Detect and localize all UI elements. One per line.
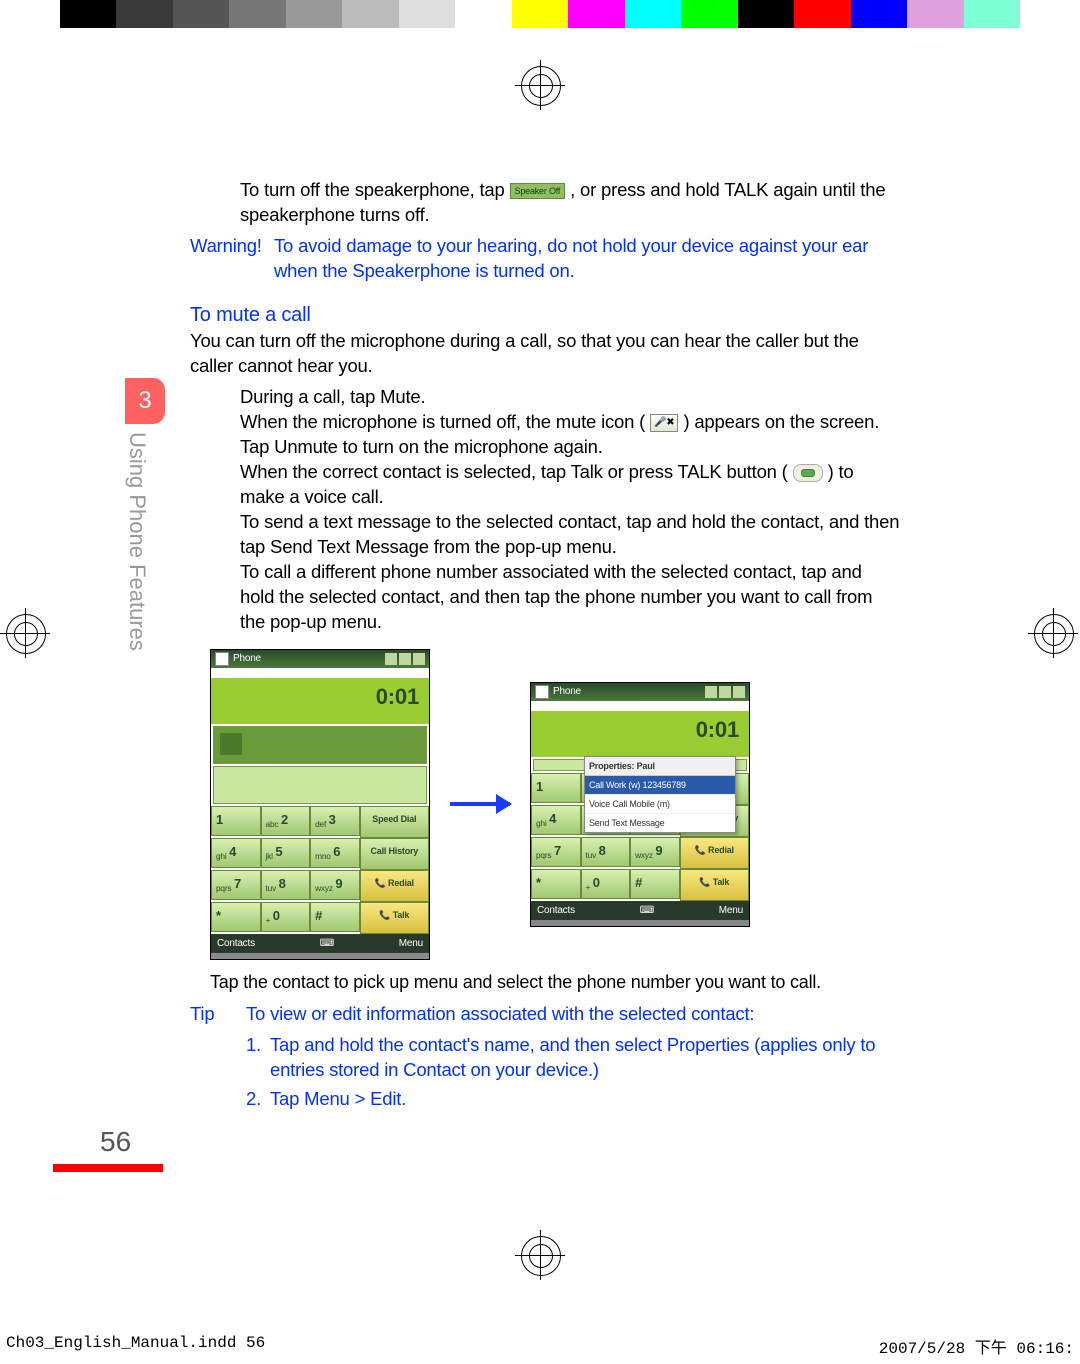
body-text: When the microphone is turned off, the m…: [240, 411, 650, 432]
phone-keypad: 1abc 2def 3Speed Dial ghi 4jkl 5mno 6Cal…: [211, 806, 429, 934]
tip-ordered-list: 1.Tap and hold the contact's name, and t…: [246, 1033, 900, 1112]
tip-block: Tip To view or edit information associat…: [190, 1002, 900, 1027]
tip-intro-text: To view or edit information associated w…: [246, 1002, 754, 1027]
mute-icon-paragraph: When the microphone is turned off, the m…: [240, 410, 900, 460]
softkey-menu: Menu: [399, 937, 423, 951]
selected-contact-row: [213, 726, 427, 764]
call-timer: 0:01: [531, 711, 749, 757]
signal-icon: [705, 686, 717, 698]
page-accent-bar: [53, 1164, 163, 1172]
start-icon: [535, 685, 549, 699]
chapter-number-tab: 3: [125, 378, 165, 424]
keyboard-icon: ⌨: [320, 937, 334, 951]
list-marker: 2.: [246, 1087, 270, 1112]
signal-icon: [385, 653, 397, 665]
start-icon: [215, 652, 229, 666]
screenshot-row: Phone 0:01 1abc 2def 3Speed Dial ghi 4jk…: [210, 649, 900, 961]
page-number: 56: [100, 1126, 131, 1158]
tip-item-2: Tap Menu > Edit.: [270, 1087, 406, 1112]
footer-timestamp: 2007/5/28 下午 06:16:: [879, 1334, 1074, 1358]
registration-mark-icon: [515, 1230, 565, 1280]
color-calibration-bar: [60, 0, 1020, 28]
arrow-right-icon: [450, 802, 510, 806]
talk-button-icon: [793, 464, 823, 482]
mute-intro-text: You can turn off the microphone during a…: [190, 329, 900, 379]
speakerphone-paragraph: To turn off the speakerphone, tap Speake…: [240, 178, 900, 228]
volume-icon: [399, 653, 411, 665]
page-content: To turn off the speakerphone, tap Speake…: [190, 178, 900, 1116]
body-text: To turn off the speakerphone, tap: [240, 179, 510, 200]
screenshot-caption: Tap the contact to pick up menu and sele…: [210, 970, 900, 994]
footer-filename: Ch03_English_Manual.indd 56: [6, 1334, 265, 1358]
warning-block: Warning! To avoid damage to your hearing…: [190, 234, 900, 284]
registration-mark-icon: [515, 60, 565, 110]
contact-row: [213, 766, 427, 804]
popup-item: Voice Call Mobile (m): [585, 794, 735, 813]
phone-title: Phone: [233, 652, 261, 666]
warning-label: Warning!: [190, 234, 274, 284]
mute-icon: 🎤✖: [650, 414, 678, 432]
softkey-contacts: Contacts: [217, 937, 255, 951]
section-heading-mute: To mute a call: [190, 302, 900, 329]
redial-key: 📞 Redial: [360, 870, 429, 902]
talk-paragraph: When the correct contact is selected, ta…: [240, 460, 900, 510]
chapter-title-vertical: Using Phone Features: [120, 432, 150, 732]
tip-item-1: Tap and hold the contact's name, and the…: [270, 1033, 900, 1083]
volume-icon: [719, 686, 731, 698]
list-marker: 1.: [246, 1033, 270, 1083]
send-sms-paragraph: To send a text message to the selected c…: [240, 510, 900, 560]
popup-item: Send Text Message: [585, 813, 735, 832]
popup-header: Properties: Paul: [585, 757, 735, 776]
popup-item-selected: Call Work (w) 123456789: [585, 776, 735, 794]
phone-title: Phone: [553, 685, 581, 699]
call-timer: 0:01: [211, 678, 429, 724]
context-popup: Properties: Paul Call Work (w) 123456789…: [584, 756, 736, 834]
speaker-off-button-icon: Speaker Off: [510, 183, 566, 199]
registration-mark-icon: [1028, 608, 1078, 658]
close-icon: [733, 686, 745, 698]
close-icon: [413, 653, 425, 665]
diff-number-paragraph: To call a different phone number associa…: [240, 560, 900, 635]
registration-mark-icon: [0, 608, 50, 658]
step-text: During a call, tap Mute.: [240, 385, 900, 410]
warning-text: To avoid damage to your hearing, do not …: [274, 234, 900, 284]
talk-key: 📞 Talk: [360, 902, 429, 934]
step-during-text: During a call, tap Mute.: [240, 386, 425, 407]
phone-screenshot-left: Phone 0:01 1abc 2def 3Speed Dial ghi 4jk…: [210, 649, 430, 961]
tip-label: Tip: [190, 1002, 246, 1027]
contact-icon: [220, 733, 242, 755]
body-text: When the correct contact is selected, ta…: [240, 461, 788, 482]
print-footer: Ch03_English_Manual.indd 56 2007/5/28 下午…: [0, 1334, 1080, 1358]
